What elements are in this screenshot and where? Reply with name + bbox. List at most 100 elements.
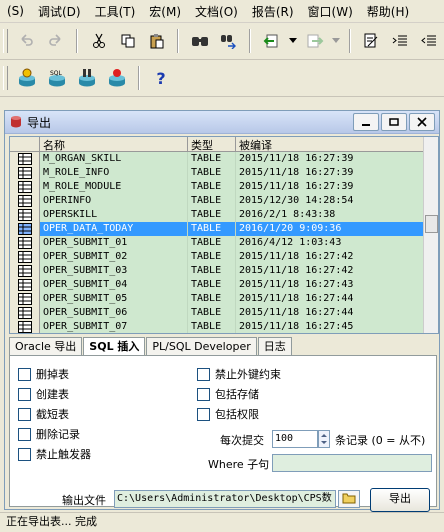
copy-icon[interactable] — [115, 28, 140, 54]
cell-compiled: 2015/11/18 16:27:44 — [236, 306, 426, 320]
cut-icon[interactable] — [86, 28, 111, 54]
table-row[interactable]: OPER_DATA_TODAY TABLE 2016/1/20 9:09:36 — [10, 222, 438, 236]
menu-item-report[interactable]: 报告(R) — [245, 3, 301, 20]
menu-item-s[interactable]: (S) — [0, 4, 31, 18]
tab-oracle-export[interactable]: Oracle 导出 — [9, 337, 83, 355]
table-row[interactable]: OPER_SUBMIT_06 TABLE 2015/11/18 16:27:44 — [10, 306, 438, 320]
close-button[interactable] — [409, 113, 435, 131]
delete-records-checkbox[interactable]: 删除记录 — [18, 426, 80, 442]
paste-icon[interactable] — [144, 28, 169, 54]
cell-compiled: 2015/11/18 16:27:39 — [236, 152, 426, 166]
toolbar-database: SQL ? — [0, 60, 444, 97]
tab-log[interactable]: 日志 — [257, 337, 292, 355]
grid-body: M_ORGAN_SKILL TABLE 2015/11/18 16:27:39 M_R… — [10, 152, 438, 333]
table-row[interactable]: OPER_SUBMIT_07 TABLE 2015/11/18 16:27:45 — [10, 320, 438, 333]
find-icon[interactable] — [187, 28, 212, 54]
disable-triggers-checkbox[interactable]: 禁止触发器 — [18, 446, 91, 462]
column-header-compiled[interactable]: 被编译 — [236, 137, 426, 151]
cell-name: M_ROLE_MODULE — [40, 180, 188, 194]
drop-tables-checkbox[interactable]: 删掉表 — [18, 366, 69, 382]
menu-item-macro[interactable]: 宏(M) — [142, 3, 188, 20]
output-file-label: 输出文件 — [62, 494, 106, 507]
cell-name: OPER_DATA_TODAY — [40, 222, 188, 236]
table-row[interactable]: M_ROLE_INFO TABLE 2015/11/18 16:27:39 — [10, 166, 438, 180]
commit-spinner[interactable] — [318, 430, 330, 448]
disable-fk-checkbox[interactable]: 禁止外键约束 — [197, 366, 281, 382]
output-file-input[interactable]: C:\Users\Administrator\Desktop\CPS数 — [114, 490, 336, 508]
replace-icon[interactable] — [216, 28, 241, 54]
tab-sql-insert[interactable]: SQL 插入 — [83, 337, 146, 357]
db-sql-icon[interactable]: SQL — [44, 65, 70, 91]
undo-icon[interactable] — [14, 28, 39, 54]
edit-document-icon[interactable] — [359, 28, 384, 54]
help-icon[interactable]: ? — [148, 65, 174, 91]
commit-label: 每次提交 — [220, 434, 264, 447]
toolbar-main — [0, 23, 444, 60]
sql-insert-panel: 删掉表 创建表 截短表 删除记录 禁止触发器 禁止外键约束 包括存储 包括权限 … — [9, 355, 437, 512]
menu-item-help[interactable]: 帮助(H) — [360, 3, 416, 20]
object-grid[interactable]: 名称 类型 被编译 M_ORGAN_SKILL TABLE 2015/11/18 1… — [9, 136, 439, 334]
cell-name: M_ORGAN_SKILL — [40, 152, 188, 166]
cell-compiled: 2015/11/18 16:27:42 — [236, 250, 426, 264]
table-row[interactable]: OPERSKILL TABLE 2016/2/1 8:43:38 — [10, 208, 438, 222]
cell-compiled: 2015/11/18 16:27:39 — [236, 166, 426, 180]
table-icon — [10, 152, 40, 166]
forward-icon[interactable] — [302, 28, 327, 54]
cell-type: TABLE — [188, 208, 236, 222]
truncate-tables-checkbox[interactable]: 截短表 — [18, 406, 69, 422]
browse-folder-button[interactable] — [338, 490, 360, 508]
table-row[interactable]: M_ROLE_MODULE TABLE 2015/11/18 16:27:39 — [10, 180, 438, 194]
commit-count-input[interactable]: 100 — [272, 430, 318, 448]
table-row[interactable]: OPER_SUBMIT_04 TABLE 2015/11/18 16:27:43 — [10, 278, 438, 292]
menu-item-docs[interactable]: 文档(O) — [188, 3, 245, 20]
include-privileges-label: 包括权限 — [215, 408, 259, 421]
cell-type: TABLE — [188, 250, 236, 264]
export-window-titlebar: 导出 — [5, 111, 439, 134]
outdent-icon[interactable] — [417, 28, 442, 54]
menu-item-debug[interactable]: 调试(D) — [31, 3, 88, 20]
column-header-type[interactable]: 类型 — [188, 137, 236, 151]
scrollbar-thumb[interactable] — [425, 215, 438, 233]
db-disconnect-icon[interactable] — [104, 65, 130, 91]
database-icon — [9, 114, 23, 131]
table-row[interactable]: OPERINFO TABLE 2015/12/30 14:28:54 — [10, 194, 438, 208]
cell-compiled: 2015/11/18 16:27:43 — [236, 278, 426, 292]
create-tables-checkbox[interactable]: 创建表 — [18, 386, 69, 402]
vertical-scrollbar[interactable] — [423, 137, 438, 333]
minimize-button[interactable] — [353, 113, 379, 131]
redo-icon[interactable] — [43, 28, 68, 54]
chevron-down-icon[interactable] — [288, 28, 298, 54]
where-clause-input[interactable] — [272, 454, 432, 472]
table-icon — [10, 320, 40, 333]
menu-item-tools[interactable]: 工具(T) — [88, 3, 143, 20]
grid-header: 名称 类型 被编译 — [10, 137, 438, 152]
tab-plsql-developer[interactable]: PL/SQL Developer — [146, 337, 257, 355]
chevron-down-icon[interactable] — [331, 28, 341, 54]
cell-name: OPERINFO — [40, 194, 188, 208]
column-header-name[interactable]: 名称 — [40, 137, 188, 151]
cell-type: TABLE — [188, 166, 236, 180]
cell-compiled: 2015/12/30 14:28:54 — [236, 194, 426, 208]
db-connect-icon[interactable] — [14, 65, 40, 91]
cell-compiled: 2015/11/18 16:27:39 — [236, 180, 426, 194]
db-export-icon[interactable] — [74, 65, 100, 91]
menu-item-window[interactable]: 窗口(W) — [301, 3, 360, 20]
include-storage-checkbox[interactable]: 包括存储 — [197, 386, 259, 402]
restore-button[interactable] — [381, 113, 407, 131]
indent-icon[interactable] — [388, 28, 413, 54]
disable-fk-label: 禁止外键约束 — [215, 368, 281, 381]
table-row[interactable]: OPER_SUBMIT_01 TABLE 2016/4/12 1:03:43 — [10, 236, 438, 250]
toolbar-grip[interactable] — [3, 66, 8, 90]
toolbar-grip[interactable] — [3, 29, 8, 53]
table-row[interactable]: OPER_SUBMIT_05 TABLE 2015/11/18 16:27:44 — [10, 292, 438, 306]
table-row[interactable]: M_ORGAN_SKILL TABLE 2015/11/18 16:27:39 — [10, 152, 438, 166]
export-button[interactable]: 导出 — [370, 488, 430, 512]
svg-text:SQL: SQL — [50, 70, 63, 77]
cell-name: OPER_SUBMIT_02 — [40, 250, 188, 264]
table-row[interactable]: OPER_SUBMIT_03 TABLE 2015/11/18 16:27:42 — [10, 264, 438, 278]
include-privileges-checkbox[interactable]: 包括权限 — [197, 406, 259, 422]
status-bar: 正在导出表... 完成 — [0, 512, 444, 532]
table-row[interactable]: OPER_SUBMIT_02 TABLE 2015/11/18 16:27:42 — [10, 250, 438, 264]
export-window: 导出 名称 类型 被编译 M_ORGAN_SKILL TABLE 2015/11/1… — [4, 110, 440, 512]
back-icon[interactable] — [259, 28, 284, 54]
